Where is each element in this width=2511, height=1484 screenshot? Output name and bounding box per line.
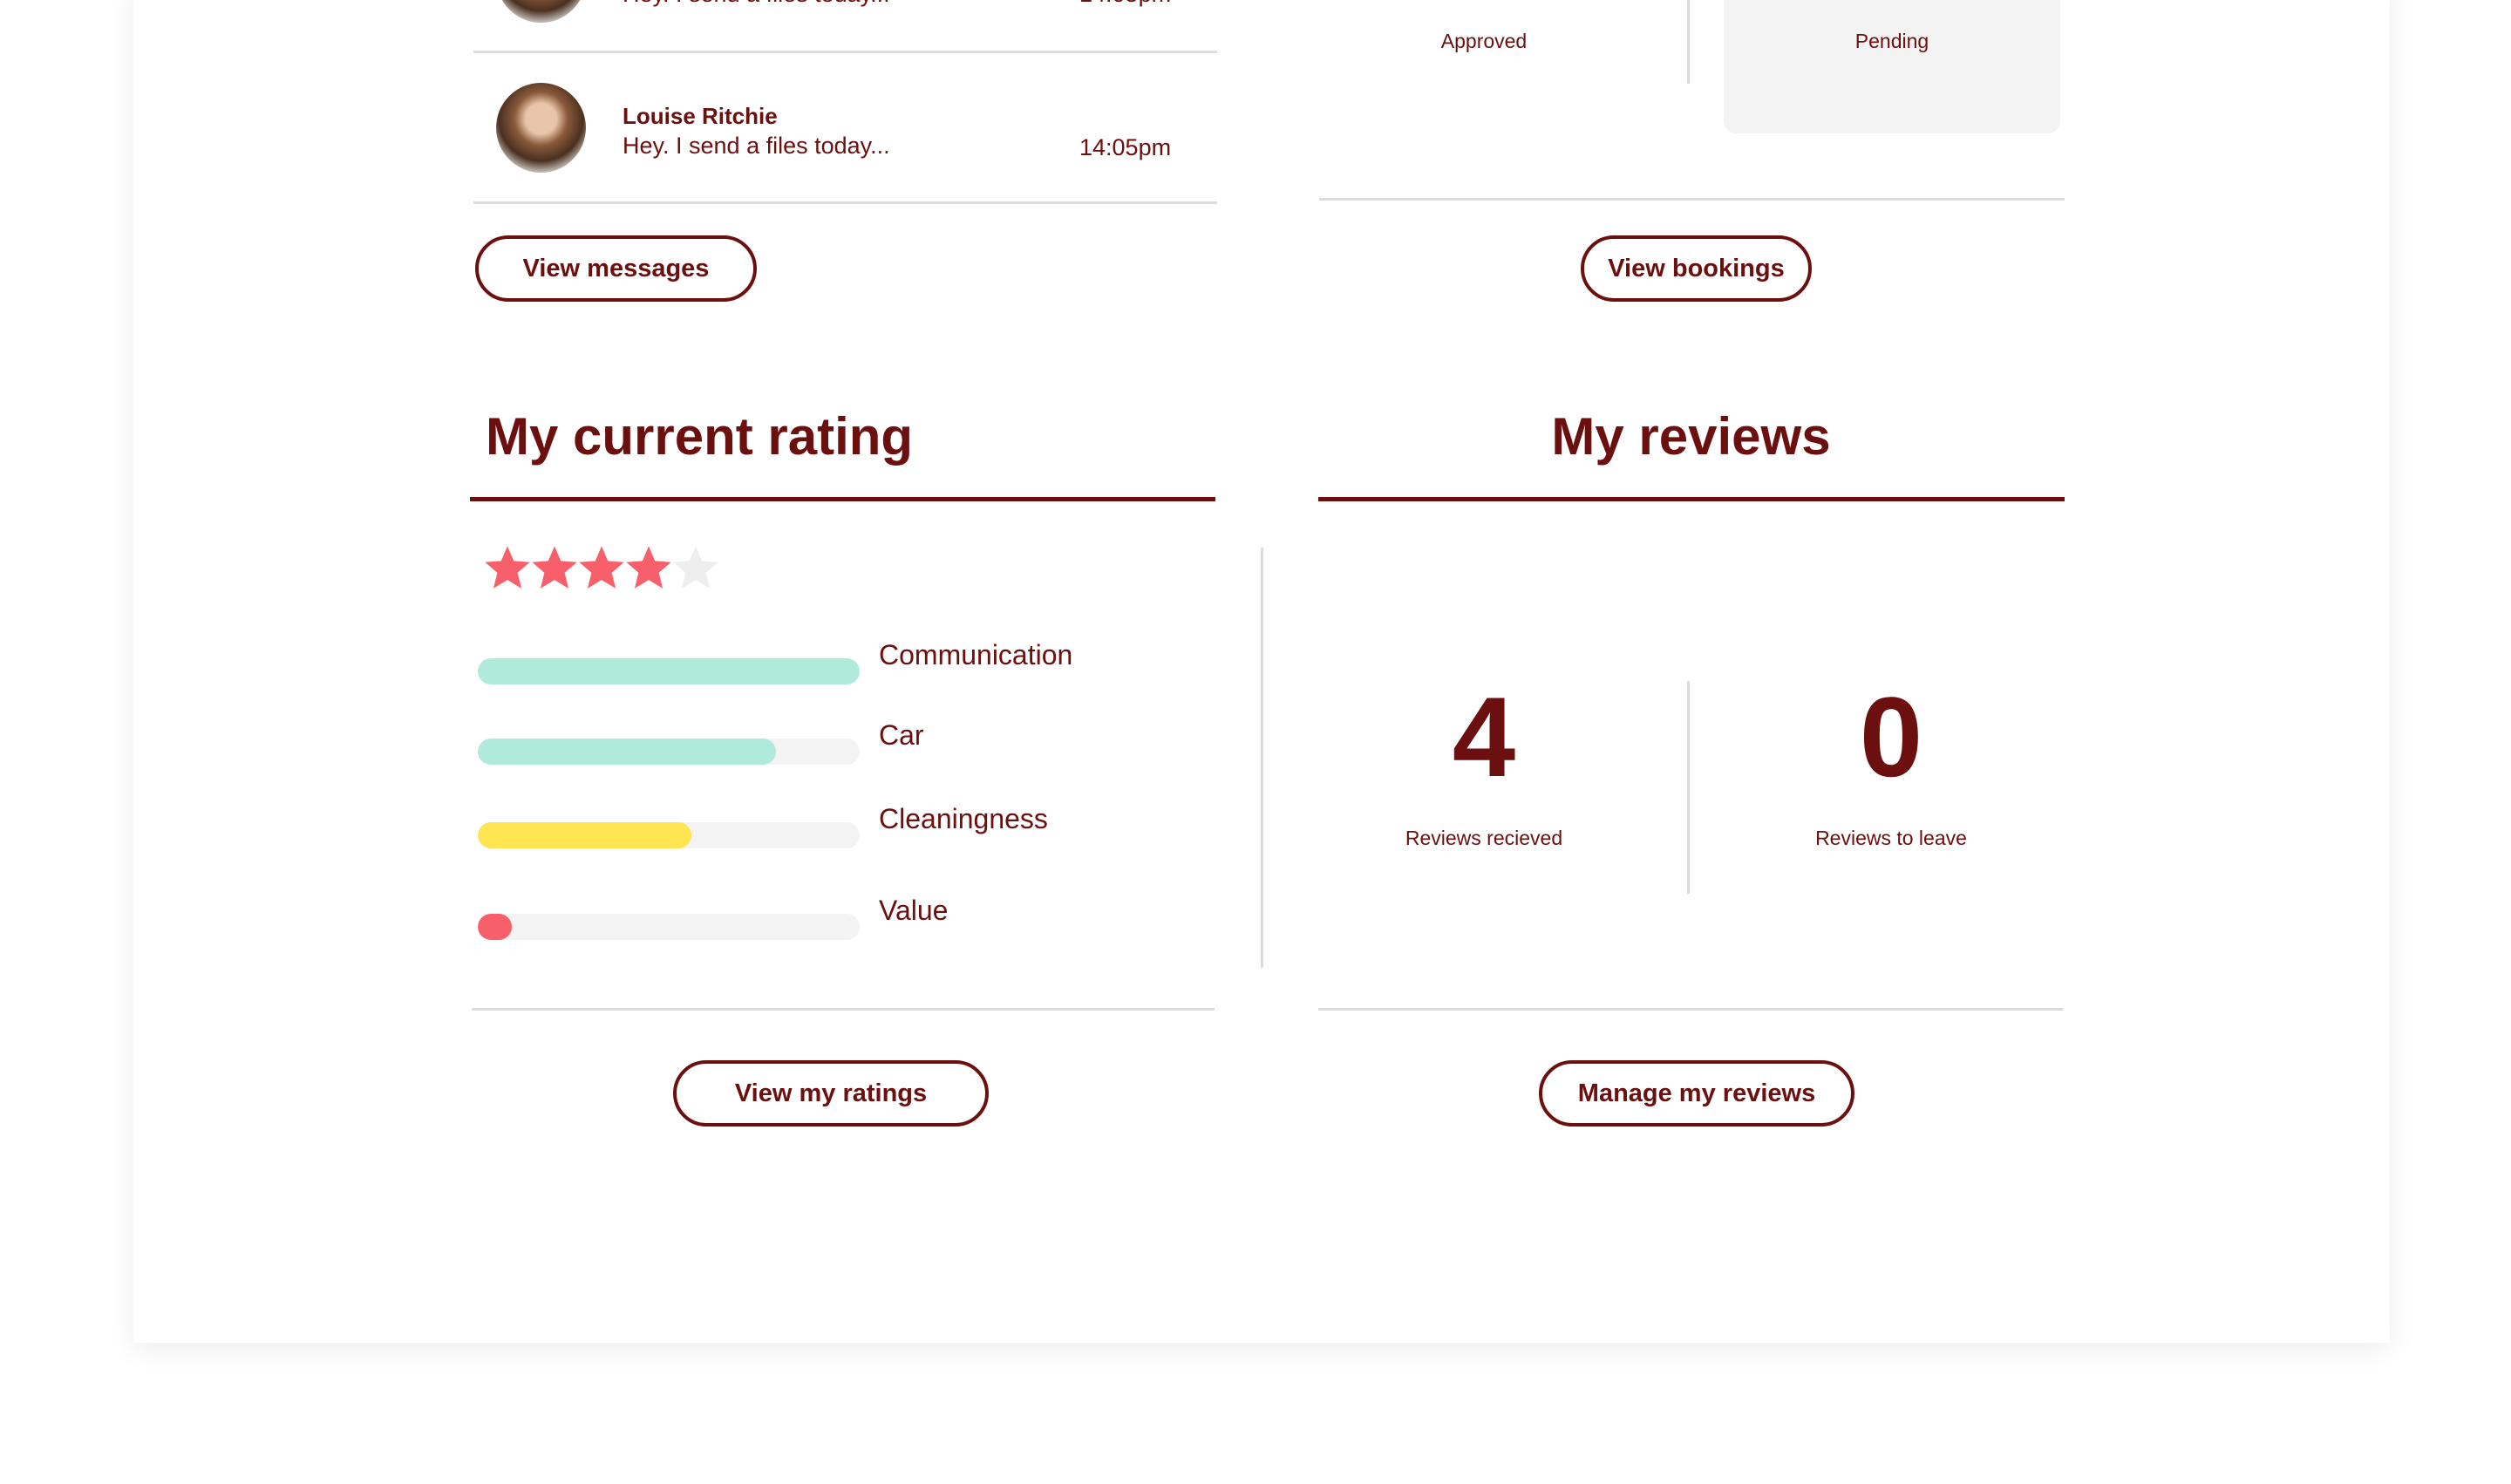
- message-sender: Louise Ritchie: [623, 103, 778, 129]
- manage-reviews-button[interactable]: Manage my reviews: [1539, 1060, 1854, 1127]
- star-icon: [485, 546, 530, 589]
- star-icon: [626, 546, 671, 589]
- view-bookings-button[interactable]: View bookings: [1581, 235, 1812, 302]
- rating-bar-fill: [478, 822, 692, 848]
- divider: [473, 201, 1217, 204]
- view-messages-button[interactable]: View messages: [475, 235, 757, 302]
- reviews-to-leave-count: 0: [1859, 673, 1923, 800]
- rating-bar-label: Communication: [879, 639, 1073, 671]
- reviews-to-leave-label: Reviews to leave: [1815, 827, 1967, 849]
- divider: [472, 1008, 1215, 1011]
- star-icon: [532, 546, 577, 589]
- rating-bar-fill: [478, 739, 776, 765]
- approved-label: Approved: [1440, 30, 1528, 52]
- pending-label: Pending: [1854, 30, 1929, 52]
- rating-bar-label: Car: [879, 719, 924, 751]
- heading-underline: [1318, 497, 2065, 501]
- divider: [1261, 548, 1263, 968]
- divider: [1318, 1008, 2063, 1011]
- rating-bar-fill: [478, 914, 513, 940]
- pending-tab[interactable]: Pending: [1724, 0, 2060, 133]
- heading-underline: [470, 497, 1215, 501]
- reviews-received-count: 4: [1452, 673, 1516, 800]
- rating-bar-label: Value: [879, 895, 949, 926]
- star-icon: [579, 546, 624, 589]
- star-icon: [673, 546, 718, 589]
- rating-bar-label: Cleaningness: [879, 803, 1048, 834]
- avatar: [496, 83, 586, 173]
- message-time: 14:05pm: [1079, 0, 1171, 8]
- divider: [473, 51, 1217, 53]
- view-ratings-button[interactable]: View my ratings: [673, 1060, 989, 1127]
- divider: [1687, 681, 1690, 894]
- reviews-received-label: Reviews recieved: [1405, 827, 1563, 849]
- message-preview: Hey. I send a files today...: [623, 0, 890, 8]
- rating-bar-track: [478, 914, 860, 940]
- reviews-heading: My reviews: [1551, 407, 1831, 466]
- rating-bar-track: [478, 739, 860, 765]
- divider: [1319, 198, 2065, 201]
- divider: [1687, 0, 1690, 84]
- rating-heading: My current rating: [486, 407, 914, 466]
- rating-bar-track: [478, 822, 860, 848]
- message-preview: Hey. I send a files today...: [623, 133, 890, 159]
- rating-bar-fill: [478, 658, 860, 684]
- message-time: 14:05pm: [1079, 134, 1172, 160]
- rating-bar-track: [478, 658, 860, 684]
